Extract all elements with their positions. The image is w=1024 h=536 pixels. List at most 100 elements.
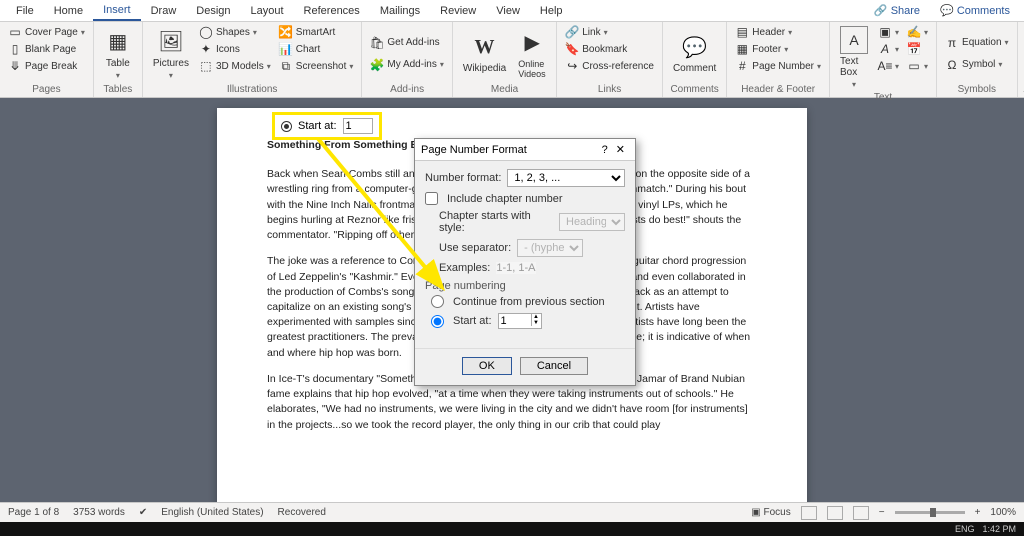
wordart-button[interactable]: A▾	[876, 41, 901, 57]
page-break-button[interactable]: ⤋Page Break	[6, 58, 87, 74]
wordart-icon: A	[878, 42, 892, 56]
dialog-close-button[interactable]: ✕	[612, 143, 629, 156]
start-at-callout: Start at:	[272, 112, 382, 140]
taskbar-lang[interactable]: ENG	[955, 524, 975, 534]
cancel-button[interactable]: Cancel	[520, 357, 588, 375]
dialog-title: Page Number Format	[421, 144, 598, 156]
cross-reference-button[interactable]: ↪Cross-reference	[563, 58, 656, 74]
header-icon: ▤	[735, 25, 749, 39]
tab-home[interactable]: Home	[44, 2, 93, 20]
tab-draw[interactable]: Draw	[141, 2, 187, 20]
equation-button[interactable]: πEquation▾	[943, 35, 1011, 51]
number-format-select[interactable]: 1, 2, 3, ...	[507, 169, 625, 187]
zoom-level[interactable]: 100%	[990, 507, 1016, 518]
pictures-button[interactable]: 🖼Pictures▾	[149, 24, 193, 83]
page-number-format-dialog: Page Number Format ? ✕ Number format: 1,…	[414, 138, 636, 386]
spell-check-icon[interactable]: ✔	[139, 507, 147, 518]
shapes-button[interactable]: ◯Shapes▾	[197, 24, 273, 40]
drop-cap-button[interactable]: A≡▾	[876, 58, 901, 74]
3d-models-button[interactable]: ⬚3D Models▾	[197, 58, 273, 74]
get-addins-button[interactable]: 🛍Get Add-ins	[368, 35, 445, 51]
smartart-button[interactable]: 🔀SmartArt	[277, 24, 356, 40]
group-symbols-label: Symbols	[943, 83, 1011, 97]
web-layout-button[interactable]	[853, 506, 869, 520]
equation-icon: π	[945, 36, 959, 50]
link-button[interactable]: 🔗Link▾	[563, 24, 656, 40]
ribbon: ▭Cover Page▾ ▯Blank Page ⤋Page Break Pag…	[0, 22, 1024, 98]
menu-bar: File Home Insert Draw Design Layout Refe…	[0, 0, 1024, 22]
wikipedia-icon: W	[471, 33, 499, 61]
start-at-label: Start at:	[453, 315, 492, 327]
link-icon: 🔗	[565, 25, 579, 39]
zoom-in-button[interactable]: +	[975, 507, 981, 518]
tab-layout[interactable]: Layout	[241, 2, 294, 20]
tab-file[interactable]: File	[6, 2, 44, 20]
include-chapter-checkbox[interactable]	[425, 192, 438, 205]
comments-button[interactable]: 💬 Comments	[932, 2, 1018, 19]
quick-parts-button[interactable]: ▣▾	[876, 24, 901, 40]
continue-radio[interactable]	[431, 295, 444, 308]
include-chapter-label: Include chapter number	[447, 193, 563, 205]
print-layout-button[interactable]	[827, 506, 843, 520]
symbol-button[interactable]: ΩSymbol▾	[943, 57, 1011, 73]
online-videos-button[interactable]: ▶Online Videos	[514, 24, 550, 83]
tab-insert[interactable]: Insert	[93, 1, 141, 21]
text-box-button[interactable]: AText Box▾	[836, 24, 872, 91]
object-button[interactable]: ▭▾	[905, 58, 930, 74]
tab-review[interactable]: Review	[430, 2, 486, 20]
chart-button[interactable]: 📊Chart	[277, 41, 356, 57]
start-at-callout-value	[343, 118, 373, 134]
icons-icon: ✦	[199, 42, 213, 56]
object-icon: ▭	[907, 59, 921, 73]
number-format-label: Number format:	[425, 172, 501, 184]
group-links-label: Links	[563, 83, 656, 97]
comment-button[interactable]: 💬Comment	[669, 24, 720, 83]
screenshot-icon: ⧉	[279, 59, 293, 73]
page-break-icon: ⤋	[8, 59, 22, 73]
word-count[interactable]: 3753 words	[73, 507, 125, 518]
page-count[interactable]: Page 1 of 8	[8, 507, 59, 518]
language-status[interactable]: English (United States)	[161, 507, 263, 518]
tab-help[interactable]: Help	[530, 2, 573, 20]
status-bar: Page 1 of 8 3753 words ✔ English (United…	[0, 502, 1024, 522]
my-addins-button[interactable]: 🧩My Add-ins▾	[368, 57, 445, 73]
tab-design[interactable]: Design	[186, 2, 240, 20]
bookmark-button[interactable]: 🔖Bookmark	[563, 41, 656, 57]
zoom-slider[interactable]	[895, 511, 965, 514]
tab-view[interactable]: View	[486, 2, 530, 20]
icons-button[interactable]: ✦Icons	[197, 41, 273, 57]
screenshot-button[interactable]: ⧉Screenshot▾	[277, 58, 356, 74]
share-button[interactable]: 🔗 Share	[866, 2, 928, 19]
text-box-icon: A	[840, 26, 868, 54]
signature-icon: ✍	[907, 25, 921, 39]
date-time-button[interactable]: 📅	[905, 41, 930, 57]
comment-icon: 💬	[681, 33, 709, 61]
table-button[interactable]: ▦Table▾	[100, 24, 136, 83]
signature-line-button[interactable]: ✍▾	[905, 24, 930, 40]
group-pages-label: Pages	[6, 83, 87, 97]
continue-label: Continue from previous section	[453, 296, 605, 308]
cover-page-button[interactable]: ▭Cover Page▾	[6, 24, 87, 40]
symbol-icon: Ω	[945, 58, 959, 72]
footer-button[interactable]: ▦Footer▾	[733, 41, 823, 57]
cover-page-icon: ▭	[8, 25, 22, 39]
page-number-button[interactable]: #Page Number▾	[733, 58, 823, 74]
dialog-help-button[interactable]: ?	[598, 144, 612, 156]
read-mode-button[interactable]	[801, 506, 817, 520]
spin-down-icon[interactable]: ▼	[531, 320, 541, 326]
wikipedia-button[interactable]: WWikipedia	[459, 24, 510, 83]
separator-select: - (hyphen)	[517, 239, 583, 257]
ok-button[interactable]: OK	[462, 357, 512, 375]
start-at-spinner[interactable]: ▲▼	[498, 313, 542, 329]
blank-page-button[interactable]: ▯Blank Page	[6, 41, 87, 57]
start-at-input[interactable]	[499, 314, 531, 328]
focus-mode-button[interactable]: ▣ Focus	[751, 507, 790, 518]
shapes-icon: ◯	[199, 25, 213, 39]
3d-models-icon: ⬚	[199, 59, 213, 73]
header-button[interactable]: ▤Header▾	[733, 24, 823, 40]
zoom-out-button[interactable]: −	[879, 507, 885, 518]
start-at-radio[interactable]	[431, 315, 444, 328]
tab-references[interactable]: References	[294, 2, 370, 20]
group-media-label: Media	[459, 83, 550, 97]
tab-mailings[interactable]: Mailings	[370, 2, 430, 20]
